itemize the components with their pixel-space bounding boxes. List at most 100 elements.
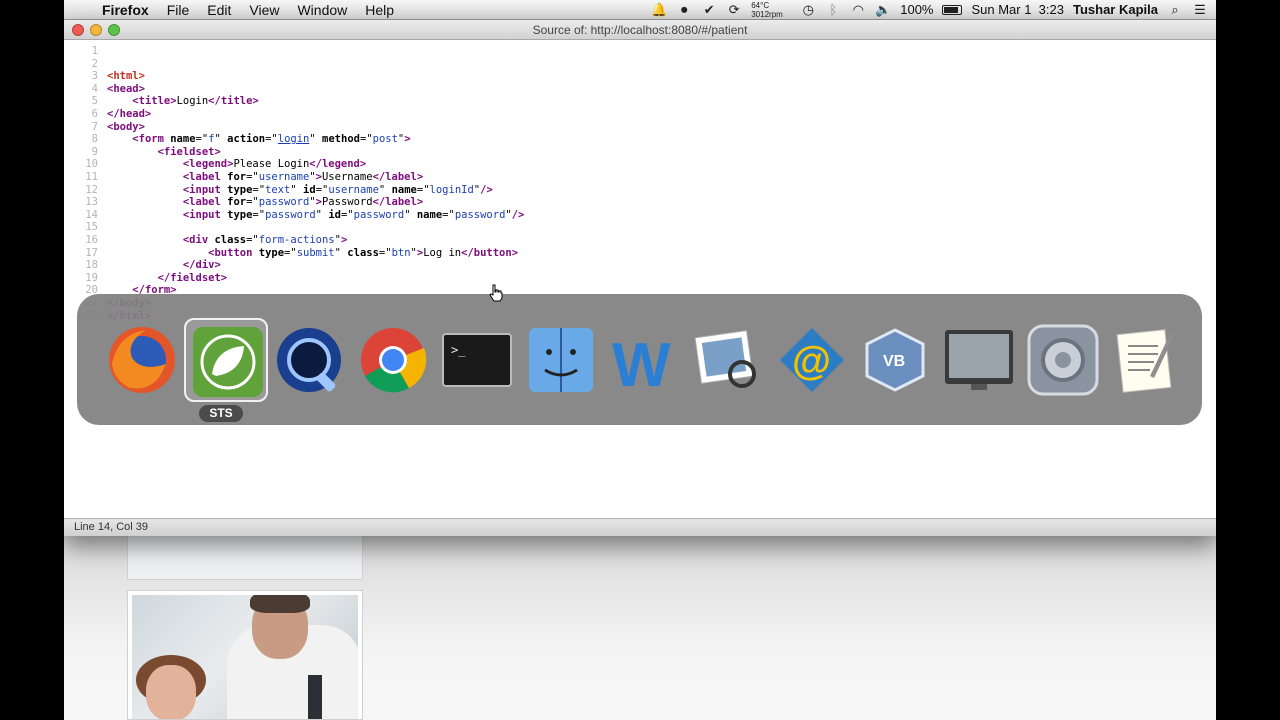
battery-icon[interactable] bbox=[942, 4, 963, 15]
line-code: <form name="f" action="login" method="po… bbox=[132, 133, 411, 146]
line-number: 12 bbox=[85, 183, 98, 196]
menu-view[interactable]: View bbox=[240, 2, 288, 18]
selected-app-label: STS bbox=[199, 405, 243, 422]
line-number: 18 bbox=[85, 259, 98, 272]
line-code: <input type="password" id="password" nam… bbox=[182, 208, 525, 221]
status-bar: Line 14, Col 39 bbox=[64, 518, 1216, 536]
line-number: 13 bbox=[85, 196, 98, 209]
sync-icon[interactable]: ⟳ bbox=[726, 2, 742, 18]
checkmark-app-icon[interactable]: ✔ bbox=[701, 2, 717, 18]
window-controls bbox=[72, 24, 120, 36]
window-titlebar[interactable]: Source of: http://localhost:8080/#/patie… bbox=[64, 20, 1216, 40]
line-code: <button type="submit" class="btn">Log in… bbox=[208, 246, 519, 259]
finder-icon bbox=[528, 328, 593, 392]
menu-help[interactable]: Help bbox=[356, 2, 403, 18]
app-switcher-item[interactable]: W bbox=[602, 318, 686, 402]
line-number: 2 bbox=[91, 57, 98, 70]
line-number: 11 bbox=[85, 171, 98, 183]
line-code: <head> bbox=[107, 82, 145, 95]
line-number: 3 bbox=[91, 70, 98, 83]
app-switcher-item[interactable]: @ bbox=[770, 318, 854, 402]
textedit-icon bbox=[1116, 329, 1175, 393]
menu-extras: 🔔 ⏺ ✔ ⟳ 64°C 3012rpm ◷ ᛒ ◠ 🔈 100% Sun Ma… bbox=[651, 1, 1216, 19]
close-window-button[interactable] bbox=[72, 24, 84, 36]
mail-client-icon: @ bbox=[779, 328, 844, 392]
svg-text:>_: >_ bbox=[451, 343, 466, 357]
bluetooth-icon[interactable]: ᛒ bbox=[825, 2, 841, 17]
user-name[interactable]: Tushar Kapila bbox=[1073, 2, 1158, 17]
line-number: 8 bbox=[91, 133, 98, 146]
spotlight-search-icon[interactable]: ⌕ bbox=[1167, 2, 1183, 18]
menu-bar: Firefox File Edit View Window Help 🔔 ⏺ ✔… bbox=[64, 0, 1216, 20]
temperature-monitor[interactable]: 64°C 3012rpm bbox=[751, 1, 791, 19]
line-number: 19 bbox=[85, 271, 98, 284]
zoom-window-button[interactable] bbox=[108, 24, 120, 36]
word-icon: W bbox=[612, 331, 671, 396]
menu-app-firefox[interactable]: Firefox bbox=[96, 2, 158, 18]
line-number: 17 bbox=[85, 246, 98, 259]
line-code: </head> bbox=[107, 108, 152, 120]
wifi-icon[interactable]: ◠ bbox=[850, 2, 866, 18]
svg-text:VB: VB bbox=[883, 353, 905, 370]
app-switcher-item[interactable] bbox=[937, 318, 1021, 402]
page-thumbnail-top bbox=[127, 536, 363, 580]
time-machine-icon[interactable]: ◷ bbox=[800, 2, 816, 18]
menu-file[interactable]: File bbox=[158, 2, 199, 18]
minimize-window-button[interactable] bbox=[90, 24, 102, 36]
firefox-icon bbox=[109, 327, 175, 393]
terminal-icon: >_ bbox=[441, 333, 512, 387]
record-icon[interactable]: ⏺ bbox=[676, 2, 692, 18]
clock[interactable]: Sun Mar 1 3:23 bbox=[971, 2, 1064, 17]
notification-bell-icon[interactable]: 🔔 bbox=[651, 2, 667, 18]
line-code: <fieldset> bbox=[157, 145, 221, 158]
app-switcher-item[interactable] bbox=[686, 318, 770, 402]
window-title: Source of: http://localhost:8080/#/patie… bbox=[532, 23, 748, 37]
line-number: 14 bbox=[85, 208, 98, 221]
svg-text:@: @ bbox=[792, 339, 831, 383]
line-number: 6 bbox=[91, 108, 98, 120]
line-number: 9 bbox=[91, 145, 98, 158]
cursor-position: Line 14, Col 39 bbox=[74, 521, 148, 533]
app-switcher-item[interactable] bbox=[267, 318, 351, 402]
virtualbox-icon: VB bbox=[865, 328, 925, 392]
line-number: 1 bbox=[91, 45, 98, 57]
app-switcher: STS >_ W @ VB bbox=[77, 294, 1202, 425]
fan-speed-readout: 3012rpm bbox=[751, 9, 783, 19]
system-preferences-icon bbox=[1027, 324, 1099, 396]
app-switcher-item[interactable] bbox=[351, 318, 435, 402]
line-code: <legend>Please Login</legend> bbox=[182, 158, 367, 171]
sts-spring-icon bbox=[192, 327, 263, 397]
notification-center-icon[interactable]: ☰ bbox=[1192, 2, 1208, 18]
app-switcher-item[interactable] bbox=[519, 318, 603, 402]
app-switcher-item[interactable]: >_ bbox=[435, 318, 519, 402]
doctor-patient-photo bbox=[127, 590, 363, 720]
screen-sharing-icon bbox=[945, 330, 1013, 390]
line-code: <title>Login</title> bbox=[132, 95, 259, 108]
line-number: 4 bbox=[91, 82, 98, 95]
app-switcher-item[interactable]: VB bbox=[853, 318, 937, 402]
menu-edit[interactable]: Edit bbox=[198, 2, 240, 18]
menu-window[interactable]: Window bbox=[288, 2, 356, 18]
app-switcher-item[interactable] bbox=[100, 318, 184, 402]
app-switcher-item[interactable] bbox=[1104, 318, 1188, 402]
line-number: 7 bbox=[91, 120, 98, 133]
line-code: <label for="username">Username</label> bbox=[182, 171, 424, 183]
battery-percent[interactable]: 100% bbox=[900, 2, 933, 17]
temperature-readout: 64°C bbox=[751, 0, 770, 10]
view-source-window: Source of: http://localhost:8080/#/patie… bbox=[64, 20, 1216, 536]
line-code: </div> bbox=[182, 259, 221, 272]
chrome-icon bbox=[361, 328, 427, 393]
line-code: <body> bbox=[107, 120, 145, 133]
line-code: </fieldset> bbox=[157, 271, 228, 284]
source-code-view[interactable]: 1 2 3 <html> 4 <head> 5 <title>Login</title> 6 <… bbox=[64, 41, 1216, 518]
volume-icon[interactable]: 🔈 bbox=[875, 2, 891, 18]
line-code: <div class="form-actions"> bbox=[182, 234, 348, 246]
app-switcher-item[interactable] bbox=[1021, 318, 1105, 402]
line-code: <html> bbox=[107, 70, 145, 83]
svg-text:W: W bbox=[612, 331, 671, 396]
quicktime-icon bbox=[277, 328, 342, 392]
line-code: <input type="text" id="username" name="l… bbox=[182, 183, 493, 196]
hand-cursor-icon bbox=[489, 284, 503, 302]
app-switcher-item[interactable] bbox=[183, 318, 268, 402]
photo-image bbox=[132, 595, 358, 719]
